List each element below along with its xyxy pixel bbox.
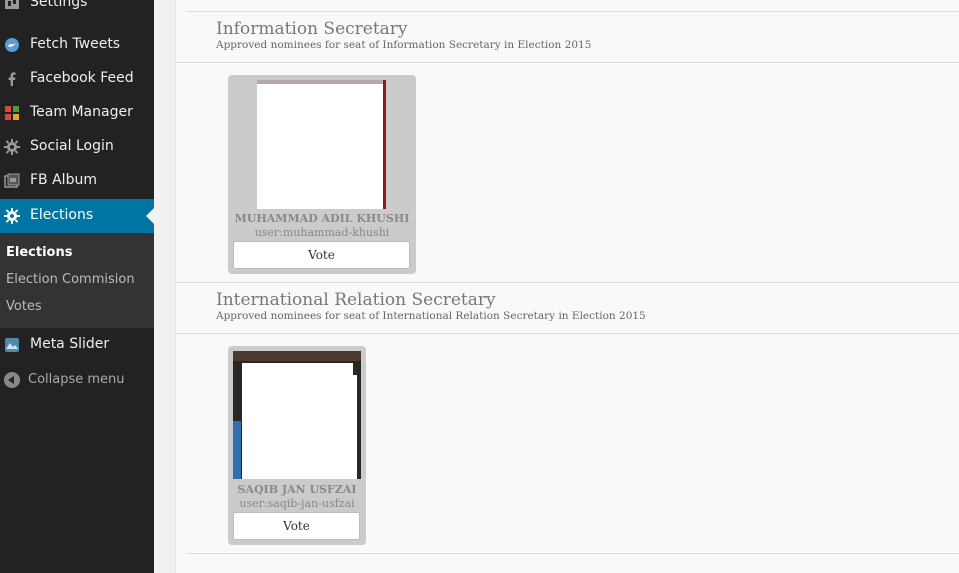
candidate-photo [257,80,386,209]
sidebar-item-label: Meta Slider [30,336,110,352]
album-icon [4,173,20,189]
sidebar-item-label: Elections [30,207,94,223]
sidebar-item-facebook-feed[interactable]: Facebook Feed [0,62,154,96]
facebook-icon [4,71,20,87]
elections-submenu: Elections Election Commision Votes [0,233,154,328]
candidate-username: user:saqib-jan-usfzai [239,497,355,510]
main-content: Information Secretary Approved nominees … [175,0,959,573]
admin-sidebar: Settings Fetch Tweets Facebook Feed Team… [0,0,154,573]
section-description: Approved nominees for seat of Internatio… [216,310,646,322]
vote-button[interactable]: Vote [233,241,410,269]
submenu-item-votes[interactable]: Votes [6,299,42,314]
sidebar-item-settings[interactable]: Settings [0,0,154,20]
active-indicator [146,208,154,224]
sidebar-item-meta-slider[interactable]: Meta Slider [0,328,154,362]
sidebar-item-elections[interactable]: Elections [0,199,154,233]
twitter-icon [4,37,20,53]
divider [176,333,959,334]
settings-icon [4,0,20,11]
sidebar-item-label: Social Login [30,138,114,154]
candidate-card: SAQIB JAN USFZAI user:saqib-jan-usfzai V… [228,346,366,545]
sidebar-item-label: Settings [30,0,88,10]
slider-icon [4,337,20,353]
sidebar-item-label: Fetch Tweets [30,36,121,52]
candidate-name: SAQIB JAN USFZAI [237,483,357,496]
gear-icon [4,208,20,224]
section-title: Information Secretary [216,19,408,39]
sidebar-item-team-manager[interactable]: Team Manager [0,96,154,130]
sidebar-item-fetch-tweets[interactable]: Fetch Tweets [0,28,154,62]
divider [186,553,959,554]
collapse-menu-label: Collapse menu [28,372,125,387]
sidebar-item-social-login[interactable]: Social Login [0,130,154,164]
gear-icon [4,139,20,155]
candidate-name: MUHAMMAD ADIL KHUSHI [234,212,410,225]
section-title: International Relation Secretary [216,290,496,310]
submenu-item-elections[interactable]: Elections [6,245,72,260]
divider [176,282,959,283]
vote-button[interactable]: Vote [233,512,360,540]
collapse-menu-button[interactable]: Collapse menu [0,368,154,392]
candidate-card: MUHAMMAD ADIL KHUSHI user:muhammad-khush… [228,75,416,274]
sidebar-item-label: Team Manager [30,104,133,120]
divider [176,62,959,63]
submenu-item-election-commision[interactable]: Election Commision [6,272,135,287]
sidebar-item-label: Facebook Feed [30,70,134,86]
divider [186,11,959,12]
candidate-photo [233,351,361,479]
section-description: Approved nominees for seat of Informatio… [216,39,592,51]
collapse-icon [4,372,20,388]
grid-icon [4,105,20,121]
candidate-username: user:muhammad-khushi [254,226,390,239]
sidebar-item-fb-album[interactable]: FB Album [0,164,154,198]
sidebar-item-label: FB Album [30,172,97,188]
